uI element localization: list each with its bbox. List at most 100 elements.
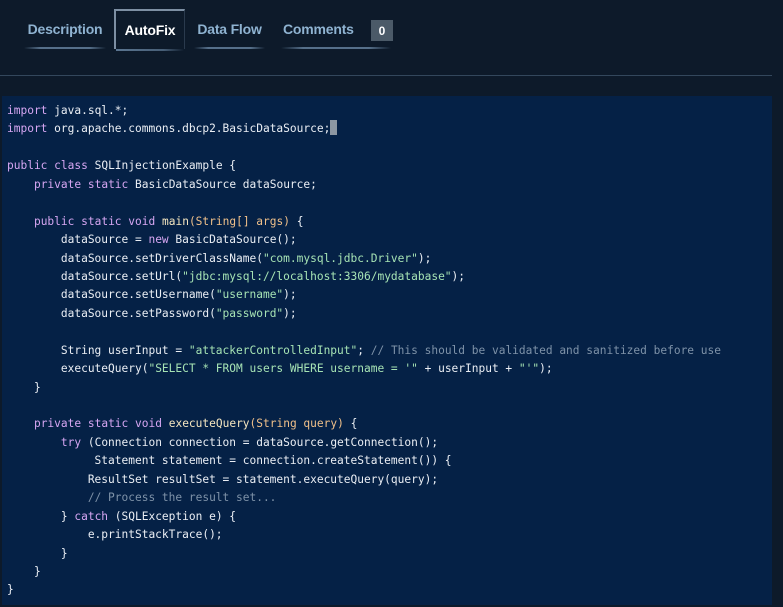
code-token: executeQuery( [7, 362, 149, 376]
header-divider [0, 75, 772, 76]
code-line: import java.sql.*; [7, 102, 721, 120]
code-token: void [135, 417, 162, 431]
tab-autofix-underline [116, 49, 184, 51]
code-token: ); [417, 251, 432, 265]
code-token: ResultSet resultSet = statement.executeQ… [7, 472, 439, 486]
code-token: executeQuery [161, 417, 250, 431]
code-token: "'" [518, 362, 540, 376]
code-line: String userInput = "attackerControlledIn… [7, 342, 721, 360]
code-line: public static void main(String[] args) { [7, 213, 721, 231]
tab-comments-underline [281, 47, 391, 49]
code-token: { [289, 214, 304, 228]
code-line: ResultSet resultSet = statement.executeQ… [7, 471, 721, 489]
code-token: void [128, 214, 156, 228]
code-token: BasicDataSource(); [168, 233, 297, 247]
code-token: "password" [215, 306, 284, 320]
tab-description[interactable]: Description [24, 9, 106, 49]
code-token: // This should be validated and sanitize… [370, 343, 721, 357]
tab-autofix[interactable]: AutoFix [114, 9, 185, 51]
comments-count-badge: 0 [371, 20, 393, 41]
code-token: org.apache.commons.dbcp2.BasicDataSource… [47, 122, 331, 136]
code-token: public [7, 159, 48, 173]
code-token: dataSource = [7, 233, 149, 247]
code-token: private [33, 417, 82, 431]
code-token: static [87, 417, 129, 431]
code-token: dataSource.setUsername( [7, 288, 216, 302]
code-line: import org.apache.commons.dbcp2.BasicDat… [7, 120, 721, 138]
code-token: dataSource.setPassword( [7, 306, 216, 320]
code-token: public [33, 214, 75, 228]
code-token: // Process the result set... [87, 491, 277, 505]
code-token: Statement statement = connection.createS… [7, 454, 452, 468]
text-cursor [330, 120, 338, 136]
code-token: (SQLException e) { [108, 509, 237, 523]
code-token: } [7, 564, 41, 578]
code-token: import [7, 122, 48, 136]
code-block[interactable]: import java.sql.*; import org.apache.comm… [7, 102, 721, 600]
code-line: try (Connection connection = dataSource.… [7, 434, 721, 452]
code-token: class [54, 159, 88, 173]
code-token: private [33, 177, 82, 191]
code-token: "jdbc:mysql://localhost:3306/mydatabase" [182, 269, 452, 283]
code-token: ); [283, 306, 297, 320]
code-line: e.printStackTrace(); [7, 526, 721, 544]
code-token: (String query) [249, 417, 344, 431]
code-line: dataSource = new BasicDataSource(); [7, 231, 721, 249]
code-token: static [87, 177, 129, 191]
code-line: private static void executeQuery(String … [7, 415, 721, 433]
tab-data-flow-label: Data Flow [197, 21, 262, 37]
code-token: catch [74, 509, 109, 523]
code-line: } [7, 581, 721, 599]
code-line: public class SQLInjectionExample { [7, 157, 721, 175]
code-token: BasicDataSource dataSource; [128, 177, 317, 191]
code-token: ); [283, 288, 297, 302]
code-line: dataSource.setDriverClassName("com.mysql… [7, 250, 721, 268]
code-token: ); [451, 269, 466, 283]
code-token: (Connection connection = dataSource.getC… [81, 435, 439, 449]
tab-description-underline [24, 47, 106, 49]
code-line: dataSource.setPassword("password"); [7, 305, 721, 323]
tab-bar: Description AutoFix Data Flow Comments 0 [0, 0, 783, 75]
code-token: "username" [215, 288, 284, 302]
code-token: dataSource.setDriverClassName( [7, 251, 263, 265]
code-line: executeQuery("SELECT * FROM users WHERE … [7, 360, 721, 378]
code-panel[interactable]: import java.sql.*; import org.apache.comm… [2, 96, 772, 605]
app-root: Description AutoFix Data Flow Comments 0… [0, 0, 783, 607]
code-token: SQLInjectionExample { [87, 159, 237, 173]
code-line: dataSource.setUsername("username"); [7, 286, 721, 304]
tab-data-flow[interactable]: Data Flow [194, 9, 265, 49]
code-token: "attackerControlledInput" [188, 343, 358, 357]
code-line: dataSource.setUrl("jdbc:mysql://localhos… [7, 268, 721, 286]
tab-data-flow-underline [194, 47, 265, 49]
tab-description-label: Description [27, 21, 103, 37]
code-token: ; [357, 343, 371, 357]
code-token: java.sql.*; [47, 104, 129, 117]
code-token: "com.mysql.jdbc.Driver" [262, 251, 418, 265]
code-token: import [7, 104, 48, 117]
code-token: } [7, 546, 68, 560]
code-line: // Process the result set... [7, 489, 721, 507]
code-token: static [81, 214, 122, 228]
tab-comments-label: Comments [283, 21, 354, 37]
code-line: } [7, 545, 721, 563]
code-token: main [155, 214, 189, 228]
code-line: Statement statement = connection.createS… [7, 452, 721, 470]
code-token: } [7, 380, 41, 394]
code-line: } catch (SQLException e) { [7, 508, 721, 526]
code-token: try [60, 435, 82, 449]
code-token: (String[] args) [188, 214, 290, 228]
tab-autofix-label: AutoFix [124, 22, 176, 38]
code-token: e.printStackTrace(); [7, 528, 223, 542]
code-line: } [7, 563, 721, 581]
code-token: { [343, 417, 358, 431]
code-line: private static BasicDataSource dataSourc… [7, 176, 721, 194]
